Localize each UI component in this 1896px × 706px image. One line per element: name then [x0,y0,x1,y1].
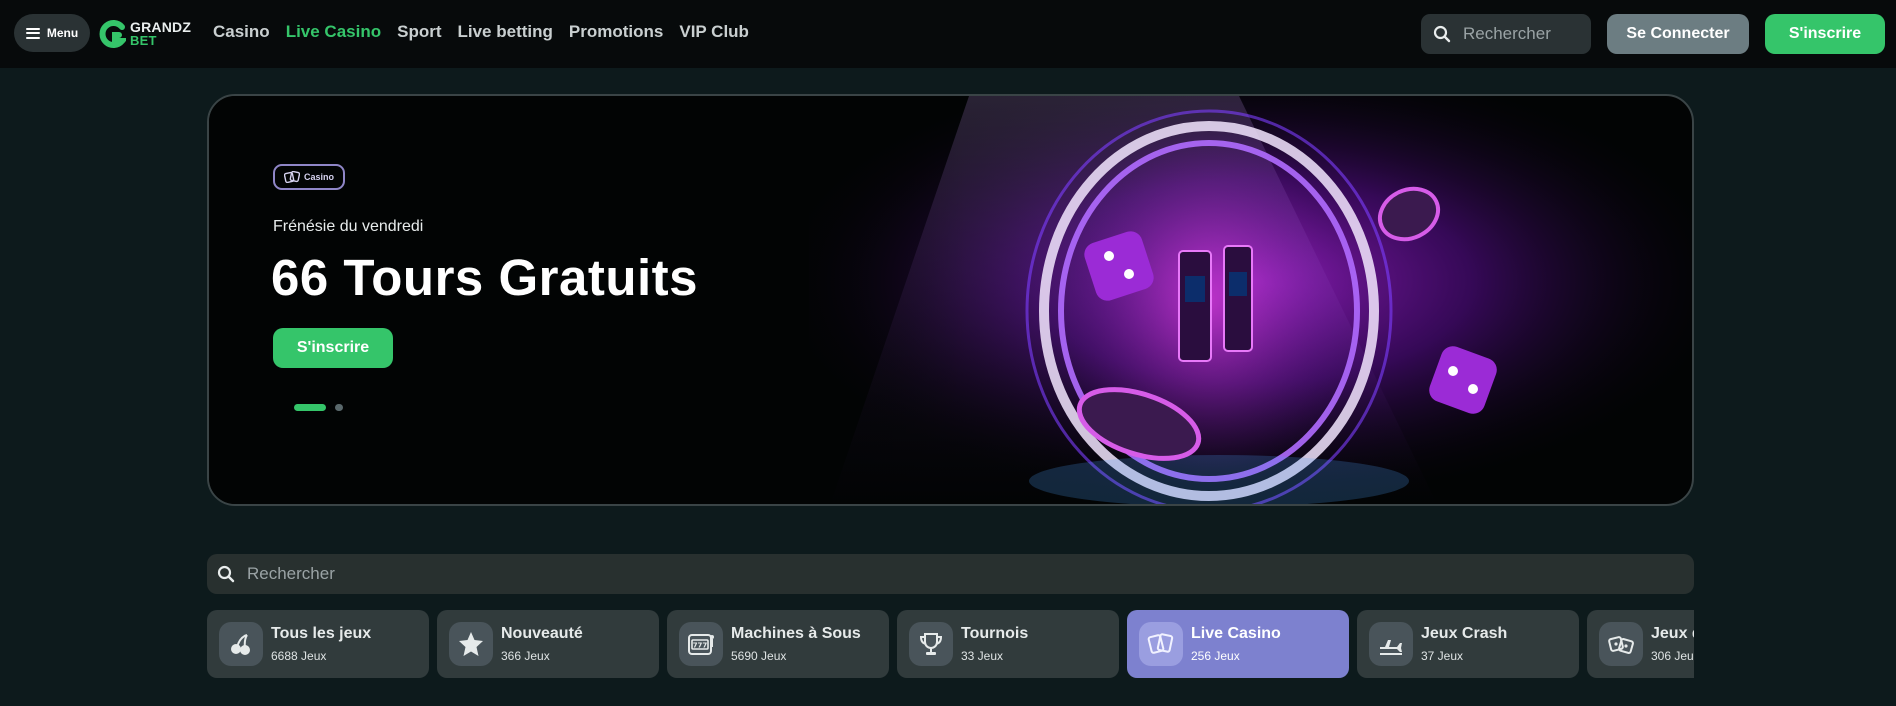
category-tournaments[interactable]: Tournois 33 Jeux [897,610,1119,678]
category-name: Nouveauté [501,625,583,642]
hero-banner[interactable]: Casino Frénésie du vendredi 66 Tours Gra… [207,94,1694,506]
category-count: 37 Jeux [1421,649,1464,663]
category-count: 306 Jeux [1651,649,1694,663]
category-count: 366 Jeux [501,649,550,663]
slot-machine-icon: 777 [679,622,723,666]
hero-subtitle: Frénésie du vendredi [273,218,424,235]
login-button[interactable]: Se Connecter [1607,14,1749,54]
hero-signup-button[interactable]: S'inscrire [273,328,393,368]
category-name: Tous les jeux [271,625,372,642]
carousel-dot[interactable] [335,404,343,411]
cherry-icon [219,622,263,666]
category-slots[interactable]: 777 Machines à Sous 5690 Jeux [667,610,889,678]
category-name: Machines à Sous [731,625,861,642]
nav-casino[interactable]: Casino [213,22,270,42]
category-count: 6688 Jeux [271,649,327,663]
nav-live-casino[interactable]: Live Casino [286,22,381,42]
top-bar: Menu GRANDZ BET Casino Live Casino Sport… [0,0,1896,68]
star-icon [449,622,493,666]
category-name: Jeux de Table [1651,625,1694,642]
nav-live-betting[interactable]: Live betting [458,22,553,42]
category-name: Tournois [961,625,1029,642]
nav-sport[interactable]: Sport [397,22,441,42]
main-nav: Casino Live Casino Sport Live betting Pr… [213,22,749,42]
category-name: Jeux Crash [1421,625,1508,642]
nav-vip-club[interactable]: VIP Club [679,22,749,42]
hero-category-badge: Casino [273,164,345,190]
signup-button[interactable]: S'inscrire [1765,14,1885,54]
airplane-icon [1369,622,1413,666]
carousel-dot-active[interactable] [294,404,326,411]
site-logo[interactable]: GRANDZ BET [98,18,191,50]
nav-promotions[interactable]: Promotions [569,22,663,42]
category-count: 256 Jeux [1191,649,1240,663]
search-icon [1433,25,1451,43]
category-count: 5690 Jeux [731,649,787,663]
hero-title: 66 Tours Gratuits [271,249,698,306]
trophy-icon [909,622,953,666]
hero-badge-label: Casino [303,172,334,182]
cards-icon [1139,622,1183,666]
game-search-input[interactable] [247,564,1647,584]
category-live-casino[interactable]: Live Casino 256 Jeux [1127,610,1349,678]
game-search[interactable] [207,554,1694,594]
menu-label: Menu [46,26,79,40]
category-count: 33 Jeux [961,649,1004,663]
logo-text-secondary: BET [130,33,157,48]
category-all-games[interactable]: Tous les jeux 6688 Jeux [207,610,429,678]
cards-icon [283,171,300,183]
logo-mark-icon [99,20,126,48]
category-name: Live Casino [1191,625,1281,642]
dice-icon [1599,622,1643,666]
svg-text:777: 777 [693,642,708,650]
search-icon [217,565,235,583]
category-crash-games[interactable]: Jeux Crash 37 Jeux [1357,610,1579,678]
hamburger-icon [25,27,40,39]
category-list: Tous les jeux 6688 Jeux Nouveauté 366 Je… [207,610,1694,680]
menu-button[interactable]: Menu [14,14,90,52]
header-search[interactable] [1421,14,1591,54]
header-search-input[interactable] [1463,24,1583,44]
category-new[interactable]: Nouveauté 366 Jeux [437,610,659,678]
category-table-games[interactable]: Jeux de Table 306 Jeux [1587,610,1694,678]
